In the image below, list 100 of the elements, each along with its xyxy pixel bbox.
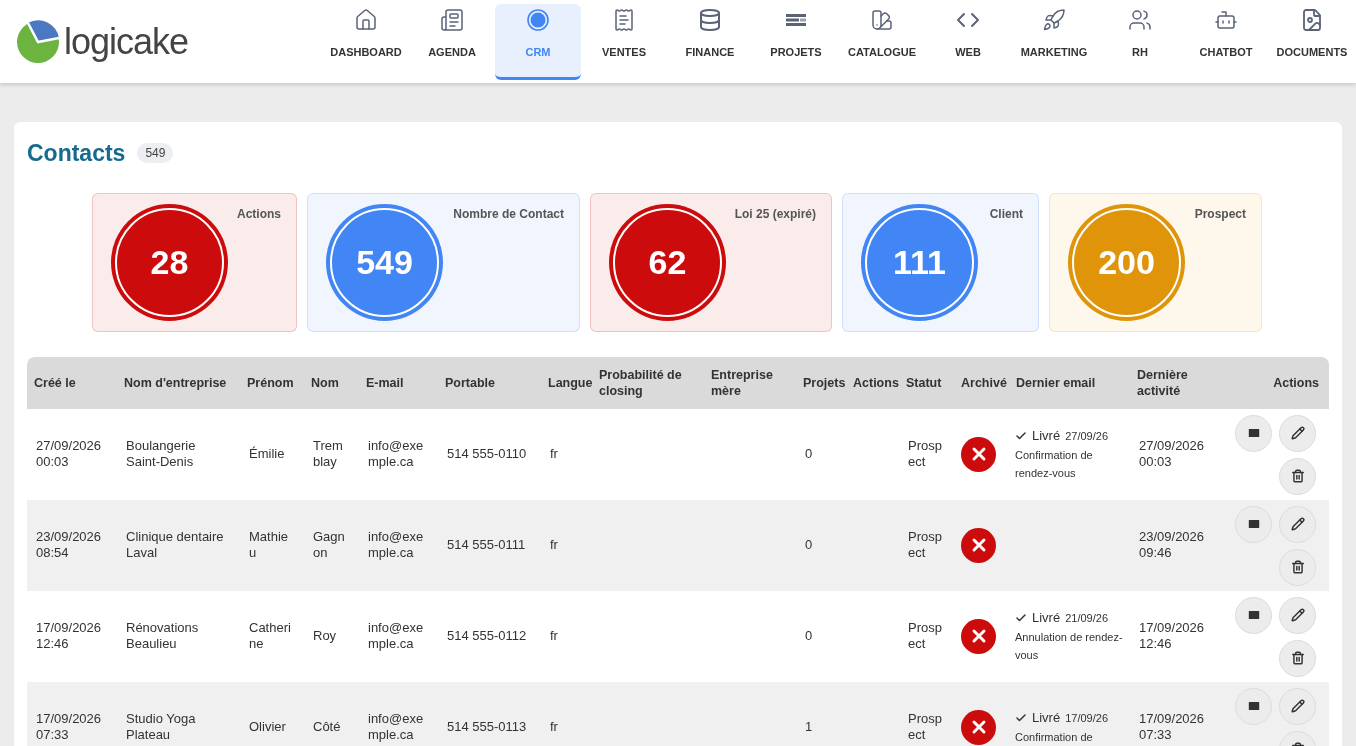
table-cell-text: 27/09/2026 00:03 <box>1139 438 1206 470</box>
stat-value: 28 <box>150 241 189 283</box>
email-button[interactable] <box>1235 687 1272 725</box>
page-title: Contacts <box>27 139 126 168</box>
nav-tab[interactable]: PROJETS <box>753 4 839 80</box>
stat-value: 62 <box>648 241 687 283</box>
users-icon <box>1128 8 1152 32</box>
table-cell-text: 17/09/2026 12:46 <box>36 620 103 652</box>
column-header: Prénom <box>247 374 294 391</box>
edit-button[interactable] <box>1279 414 1316 452</box>
check-icon <box>1015 712 1027 724</box>
column-header: Créé le <box>34 374 76 391</box>
email-button[interactable] <box>1235 414 1272 452</box>
table-cell: fr <box>550 719 558 735</box>
pencil-icon <box>1290 426 1305 440</box>
nav-tab[interactable]: CATALOGUE <box>839 4 925 80</box>
email-date: 27/09/26 <box>1065 428 1108 444</box>
table-cell: Émilie <box>249 446 285 462</box>
email-subject: Confirmation de rendez-vous <box>1015 447 1094 481</box>
table-cell: 514 555-0113 <box>447 719 527 735</box>
nav-tab[interactable]: VENTES <box>581 4 667 80</box>
email-button[interactable] <box>1235 596 1272 634</box>
check-icon <box>1015 612 1027 624</box>
nav-tab[interactable]: FINANCE <box>667 4 753 80</box>
table-cell-text: Prospect <box>908 529 943 561</box>
table-cell: 514 555-0110 <box>447 446 527 462</box>
table-cell-text: Catherine <box>249 620 292 652</box>
table-cell-text: Mathieu <box>249 529 290 561</box>
receipt-icon <box>612 8 636 32</box>
brand-name: logicake <box>64 23 189 60</box>
table-cell: Côté <box>313 719 341 735</box>
column-header: Archivé <box>961 374 1007 391</box>
robot-icon <box>1214 8 1238 32</box>
stat-label: Nombre de Contact <box>453 205 564 223</box>
stat-value: 549 <box>356 241 413 283</box>
rocket-icon <box>1042 8 1066 32</box>
email-subject: Confirmation de <box>1015 729 1094 745</box>
trash-icon <box>1290 651 1305 665</box>
nav-tab[interactable]: DOCUMENTS <box>1269 4 1355 80</box>
delete-button[interactable] <box>1279 548 1316 586</box>
stat-label: Actions <box>237 205 281 223</box>
nav-tab[interactable]: RH <box>1097 4 1183 80</box>
table-cell-text: 23/09/2026 09:46 <box>1139 529 1206 561</box>
column-header: E-mail <box>366 374 404 391</box>
table-cell-text: info@exemple.ca <box>368 620 425 652</box>
table-cell-text: Prospect <box>908 620 943 652</box>
table-cell: Olivier <box>249 719 286 735</box>
coins-icon <box>698 8 722 32</box>
table-cell: fr <box>550 537 558 553</box>
column-header: Langue <box>548 374 593 391</box>
nav-tab[interactable]: AGENDA <box>409 4 495 80</box>
column-header: Statut <box>906 374 942 391</box>
document-icon <box>1300 8 1324 32</box>
table-cell: 0 <box>805 628 813 644</box>
table-cell-text: info@exemple.ca <box>368 711 425 743</box>
table-cell-text: Boulangerie Saint-Denis <box>126 438 197 470</box>
table-cell: fr <box>550 628 558 644</box>
column-header: Projets <box>803 374 846 391</box>
table-cell-text: Prospect <box>908 711 943 743</box>
edit-button[interactable] <box>1279 687 1316 725</box>
pencil-icon <box>1290 608 1305 622</box>
table-cell-text: 27/09/2026 00:03 <box>36 438 103 470</box>
column-header: Actions <box>853 374 899 391</box>
edit-button[interactable] <box>1279 505 1316 543</box>
delete-button[interactable] <box>1279 639 1316 677</box>
check-icon <box>1015 430 1027 442</box>
email-date: 17/09/26 <box>1065 710 1108 726</box>
trash-icon <box>1290 469 1305 483</box>
table-cell-text: Clinique dentaire Laval <box>126 529 225 561</box>
table-cell: 1 <box>805 719 813 735</box>
email-date: 21/09/26 <box>1065 610 1108 626</box>
column-header: Nom <box>311 374 339 391</box>
table-cell-text: 17/09/2026 07:33 <box>1139 711 1206 743</box>
email-subject: Annulation de rendez-vous <box>1015 629 1124 663</box>
swatch-icon <box>870 8 894 32</box>
table-cell: 0 <box>805 446 813 462</box>
nav-tab[interactable]: WEB <box>925 4 1011 80</box>
table-cell: Roy <box>313 628 337 644</box>
pencil-icon <box>1290 699 1305 713</box>
table-cell-text: Studio Yoga Plateau <box>126 711 197 743</box>
column-header: Dernière activité <box>1137 366 1189 399</box>
table-cell-text: 17/09/2026 07:33 <box>36 711 103 743</box>
column-header: Actions <box>1273 374 1319 391</box>
nav-tab[interactable]: CHATBOT <box>1183 4 1269 80</box>
edit-button[interactable] <box>1279 596 1316 634</box>
email-button[interactable] <box>1235 505 1272 543</box>
column-header: Dernier email <box>1016 374 1096 391</box>
delete-button[interactable] <box>1279 457 1316 495</box>
table-cell-text: 23/09/2026 08:54 <box>36 529 103 561</box>
table-cell-text: 17/09/2026 12:46 <box>1139 620 1206 652</box>
logo-icon <box>16 19 60 64</box>
nav-tab[interactable]: DASHBOARD <box>323 4 409 80</box>
email-status: Livré <box>1032 609 1061 628</box>
stat-label: Loi 25 (expiré) <box>734 205 816 223</box>
house-icon <box>354 8 378 32</box>
table-cell-text: info@exemple.ca <box>368 529 425 561</box>
nav-tab[interactable]: MARKETING <box>1011 4 1097 80</box>
table-cell-text: info@exemple.ca <box>368 438 425 470</box>
column-header: Probabilité de closing <box>599 366 683 399</box>
email-status: Livré <box>1032 427 1061 446</box>
